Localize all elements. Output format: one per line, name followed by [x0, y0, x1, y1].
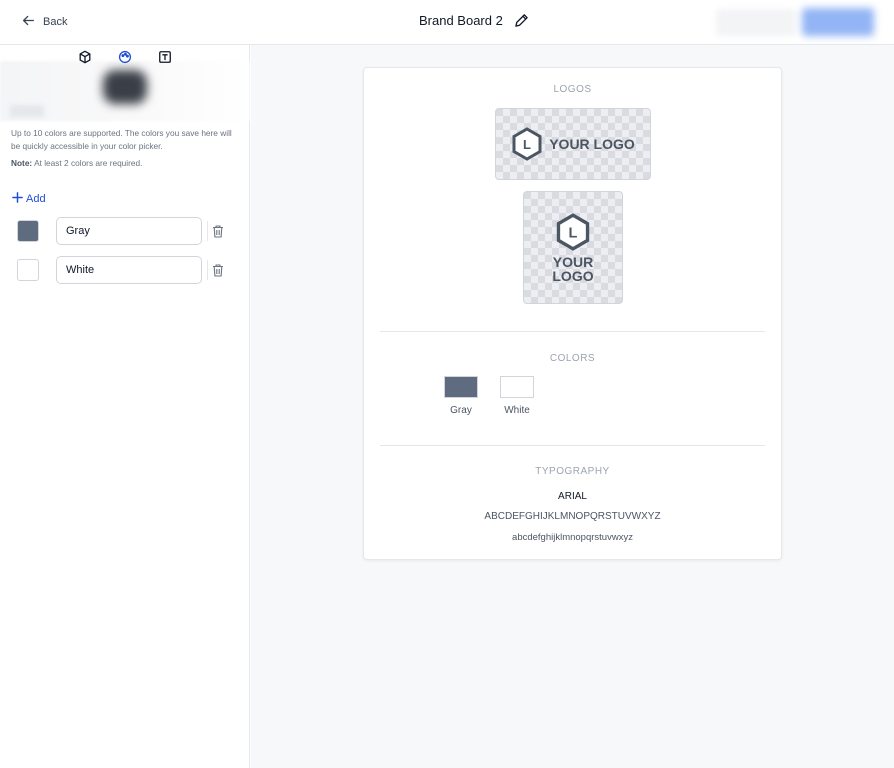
logo-text: YOUR LOGO — [549, 136, 635, 152]
plus-icon — [12, 192, 23, 206]
palette-swatch[interactable] — [444, 376, 478, 398]
logo-hexagon-icon: L — [512, 127, 542, 161]
section-divider — [380, 331, 765, 332]
back-label: Back — [43, 16, 68, 28]
stacked-logo-text: YOUR LOGO — [552, 255, 593, 283]
page-title: Brand Board 2 — [419, 13, 503, 28]
blurred-thumbnail — [103, 70, 147, 104]
blurred-label — [10, 105, 44, 117]
main-area: LOGOS L YOUR LOGO L YOUR LOGO COLORS Gra… — [251, 45, 894, 768]
logo-mark-text: L — [569, 225, 578, 241]
color-name-field[interactable] — [56, 256, 202, 284]
blurred-primary-button[interactable] — [802, 8, 874, 36]
text-icon[interactable] — [158, 50, 172, 64]
stacked-logo[interactable]: L YOUR LOGO — [523, 191, 623, 304]
note-label: Note: — [11, 158, 33, 168]
palette-item: White — [500, 376, 534, 416]
palette-item: Gray — [444, 376, 478, 416]
logo-text-line1: YOUR — [552, 253, 594, 270]
title-area: Brand Board 2 — [419, 13, 529, 28]
logo-hexagon-icon: L — [556, 212, 590, 251]
trash-icon — [212, 263, 224, 277]
note-text: At least 2 colors are required. — [34, 158, 143, 168]
colors-note: Note: At least 2 colors are required. — [11, 158, 142, 168]
sidebar: Up to 10 colors are supported. The color… — [0, 45, 250, 768]
colors-help-text: Up to 10 colors are supported. The color… — [11, 128, 232, 151]
lowercase-sample: abcdefghijklmnopqrstuvwxyz — [512, 532, 633, 543]
pencil-icon[interactable] — [514, 13, 529, 28]
section-divider — [380, 445, 765, 446]
arrow-left-icon — [22, 14, 35, 30]
color-row — [17, 217, 232, 245]
palette-color-name: Gray — [450, 405, 472, 416]
delete-color-button[interactable] — [207, 260, 227, 280]
font-name: ARIAL — [558, 491, 587, 502]
brand-board-card: LOGOS L YOUR LOGO L YOUR LOGO COLORS Gra… — [363, 67, 782, 560]
add-label: Add — [26, 193, 46, 205]
back-button[interactable]: Back — [22, 14, 67, 30]
colors-title: COLORS — [549, 353, 596, 364]
delete-color-button[interactable] — [207, 221, 227, 241]
color-name-field[interactable] — [56, 217, 202, 245]
uppercase-sample: ABCDEFGHIJKLMNOPQRSTUVWXYZ — [484, 511, 661, 522]
top-bar: Back Brand Board 2 — [0, 0, 894, 45]
color-row — [17, 256, 232, 284]
color-swatch[interactable] — [17, 220, 39, 242]
palette-color-name: White — [504, 405, 530, 416]
logos-title: LOGOS — [553, 84, 592, 95]
sidebar-tabs — [78, 50, 172, 64]
palette-icon[interactable] — [118, 50, 132, 64]
logo-mark-text: L — [523, 137, 531, 152]
color-swatch[interactable] — [17, 259, 39, 281]
palette-swatch[interactable] — [500, 376, 534, 398]
cube-icon[interactable] — [78, 50, 92, 64]
typography-title: TYPOGRAPHY — [535, 466, 610, 477]
trash-icon — [212, 224, 224, 238]
add-color-button[interactable]: Add — [12, 192, 46, 206]
horizontal-logo[interactable]: L YOUR LOGO — [495, 108, 651, 180]
logo-text-line2: LOGO — [552, 267, 594, 284]
blurred-secondary-button[interactable] — [716, 9, 796, 36]
